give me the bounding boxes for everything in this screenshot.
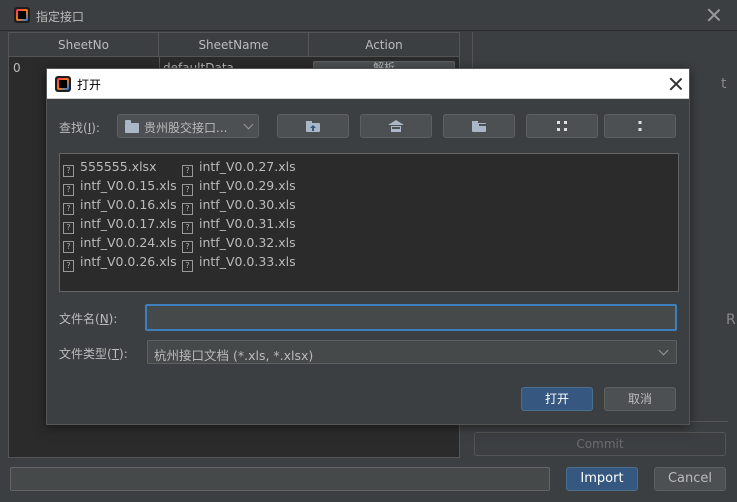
list-item[interactable]: ? intf_V0.0.15.xls — [63, 177, 177, 196]
file-name: 555555.xlsx — [80, 159, 157, 174]
file-icon: ? — [182, 241, 193, 253]
lookin-label-prefix: 查找( — [59, 121, 88, 135]
filetype-label-prefix: 文件类型( — [59, 347, 112, 361]
file-icon: ? — [63, 241, 74, 253]
file-name: intf_V0.0.26.xls — [80, 254, 177, 269]
window-title: 指定接口 — [36, 10, 85, 24]
file-name: intf_V0.0.32.xls — [199, 235, 296, 250]
filename-label-prefix: 文件名( — [59, 312, 100, 326]
filename-input[interactable] — [145, 304, 677, 331]
filetype-combo[interactable]: 杭州接口文档 (*.xls, *.xlsx) — [147, 340, 677, 364]
app-icon — [14, 7, 30, 23]
filetype-label-suffix: ): — [119, 347, 128, 361]
table-header: SheetNo SheetName Action — [9, 33, 459, 57]
lookin-combo[interactable]: 贵州股交接口... — [117, 114, 259, 138]
file-icon: ? — [182, 222, 193, 234]
file-name: intf_V0.0.16.xls — [80, 197, 177, 212]
list-item[interactable]: ? intf_V0.0.26.xls — [63, 253, 177, 272]
close-icon[interactable] — [707, 8, 721, 22]
details-view-icon — [605, 115, 675, 137]
file-icon: ? — [63, 222, 74, 234]
filetype-value: 杭州接口文档 (*.xls, *.xlsx) — [154, 348, 314, 363]
column-header-sheetname[interactable]: SheetName — [159, 33, 309, 57]
list-item[interactable]: ? 555555.xlsx — [63, 158, 157, 177]
filetype-label: 文件类型(T): — [59, 345, 128, 362]
new-folder-button[interactable] — [443, 114, 515, 138]
dialog-title: 打开 — [77, 78, 102, 92]
close-icon[interactable] — [669, 77, 683, 91]
chevron-down-icon — [243, 119, 254, 130]
up-folder-icon — [278, 115, 348, 137]
lookin-label-suffix: ): — [91, 121, 100, 135]
list-item[interactable]: ? intf_V0.0.27.xls — [182, 158, 296, 177]
file-list[interactable]: ? 555555.xlsx ? intf_V0.0.15.xls ? intf_V0.… — [59, 153, 679, 292]
filetype-label-mnemonic: T — [111, 347, 120, 361]
details-view-button[interactable] — [604, 114, 676, 138]
file-name: intf_V0.0.31.xls — [199, 216, 296, 231]
app-icon — [55, 76, 71, 92]
file-icon: ? — [63, 260, 74, 272]
column-header-sheetno[interactable]: SheetNo — [9, 33, 159, 57]
new-folder-icon — [444, 115, 514, 137]
panel-text-fragment-top: t — [721, 76, 727, 92]
dialog-titlebar[interactable]: 打开 — [47, 69, 689, 99]
list-view-button[interactable] — [526, 114, 598, 138]
import-button[interactable]: Import — [566, 467, 638, 491]
folder-icon — [125, 120, 139, 133]
file-name: intf_V0.0.27.xls — [199, 159, 296, 174]
file-icon: ? — [63, 165, 74, 177]
window-titlebar[interactable]: 指定接口 — [0, 0, 737, 31]
file-name: intf_V0.0.15.xls — [80, 178, 177, 193]
file-icon: ? — [63, 203, 74, 215]
open-button[interactable]: 打开 — [521, 387, 593, 411]
file-icon: ? — [182, 184, 193, 196]
file-name: intf_V0.0.17.xls — [80, 216, 177, 231]
lookin-value: 贵州股交接口... — [144, 121, 228, 135]
list-view-icon — [527, 115, 597, 137]
filename-label: 文件名(N): — [59, 310, 117, 327]
column-header-action[interactable]: Action — [309, 33, 459, 57]
filename-label-mnemonic: N — [99, 312, 109, 326]
list-item[interactable]: ? intf_V0.0.17.xls — [63, 215, 177, 234]
path-input[interactable] — [10, 467, 550, 491]
panel-text-fragment-mid: R — [726, 312, 736, 328]
chevron-down-icon — [658, 345, 669, 356]
list-item[interactable]: ? intf_V0.0.16.xls — [63, 196, 177, 215]
file-icon: ? — [182, 203, 193, 215]
commit-button[interactable]: Commit — [474, 432, 726, 456]
home-icon — [361, 115, 431, 137]
filename-label-suffix: ): — [108, 312, 118, 326]
cancel-button[interactable]: Cancel — [654, 467, 726, 491]
file-name: intf_V0.0.29.xls — [199, 178, 296, 193]
dialog-cancel-button[interactable]: 取消 — [604, 387, 676, 411]
list-item[interactable]: ? intf_V0.0.31.xls — [182, 215, 296, 234]
file-name: intf_V0.0.33.xls — [199, 254, 296, 269]
up-folder-button[interactable] — [277, 114, 349, 138]
home-button[interactable] — [360, 114, 432, 138]
file-name: intf_V0.0.30.xls — [199, 197, 296, 212]
lookin-label: 查找(I): — [59, 119, 100, 136]
file-icon: ? — [182, 260, 193, 272]
list-item[interactable]: ? intf_V0.0.29.xls — [182, 177, 296, 196]
file-icon: ? — [63, 184, 74, 196]
list-item[interactable]: ? intf_V0.0.30.xls — [182, 196, 296, 215]
list-item[interactable]: ? intf_V0.0.32.xls — [182, 234, 296, 253]
list-item[interactable]: ? intf_V0.0.33.xls — [182, 253, 296, 272]
cell-sheet-no: 0 — [13, 61, 21, 75]
open-file-dialog: 打开 查找(I): 贵州股交接口... ? 555555.xlsx ? intf_V… — [46, 68, 690, 425]
list-item[interactable]: ? intf_V0.0.24.xls — [63, 234, 177, 253]
file-name: intf_V0.0.24.xls — [80, 235, 177, 250]
file-icon: ? — [182, 165, 193, 177]
